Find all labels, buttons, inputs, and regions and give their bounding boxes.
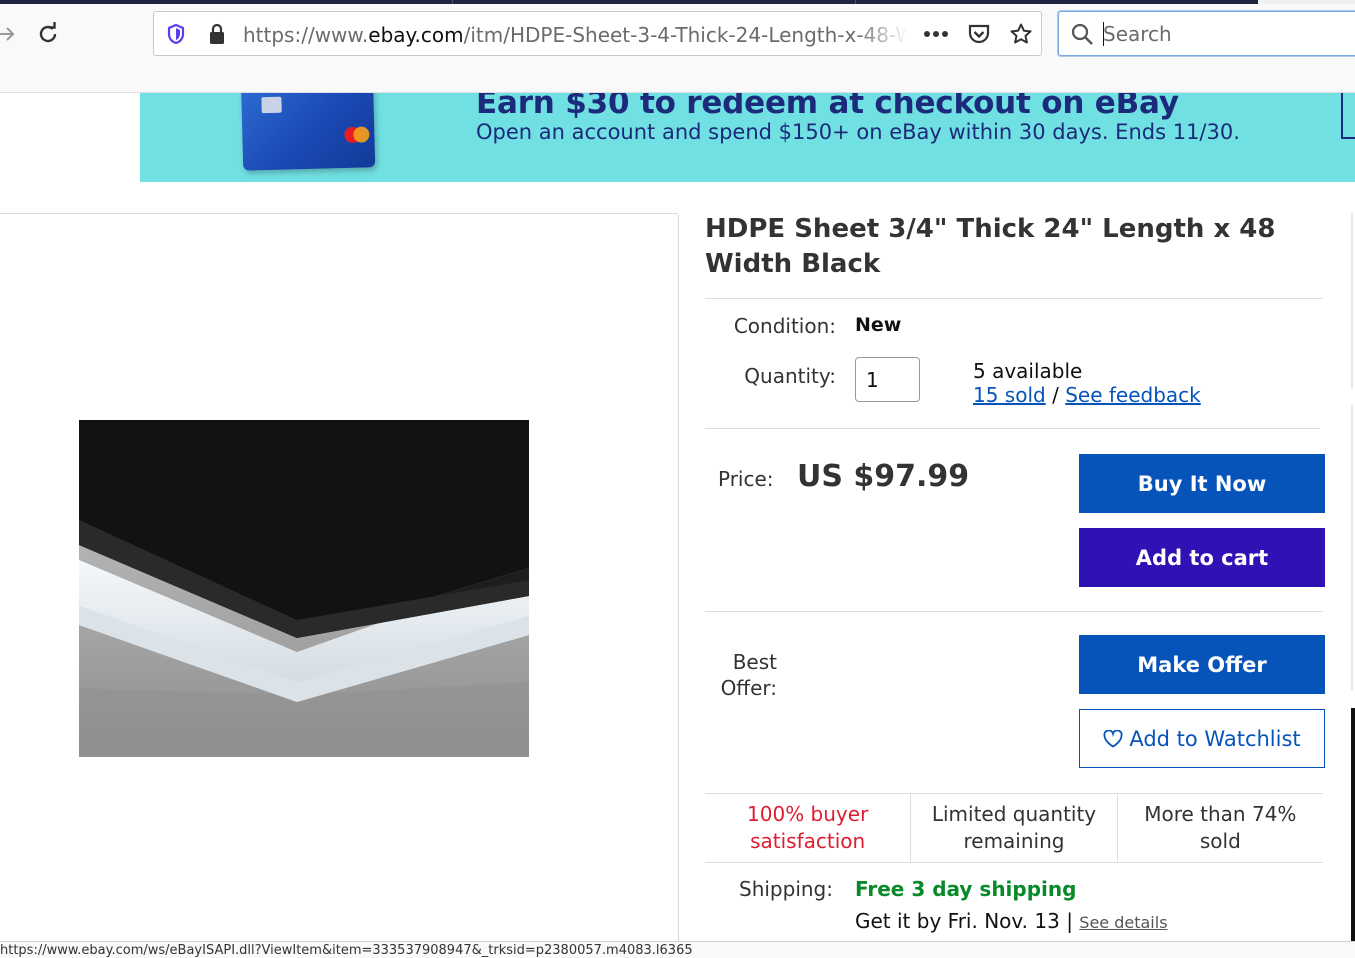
heart-icon xyxy=(1103,729,1123,748)
divider xyxy=(705,298,1323,299)
tab-divider xyxy=(452,0,453,4)
text-caret xyxy=(1103,22,1104,46)
delivery-estimate: Get it by Fri. Nov. 13 | See details xyxy=(855,909,1168,933)
add-to-watchlist-button[interactable]: Add to Watchlist xyxy=(1079,709,1325,768)
adjacent-panel-edge xyxy=(1351,708,1355,948)
price-label: Price: xyxy=(718,467,774,491)
product-image[interactable] xyxy=(79,420,529,757)
bookmark-star-icon[interactable] xyxy=(1008,21,1034,47)
card-chip xyxy=(261,96,282,114)
search-bar[interactable] xyxy=(1058,11,1355,56)
search-icon xyxy=(1069,21,1095,47)
divider xyxy=(705,611,1323,612)
forward-arrow-icon xyxy=(0,27,15,41)
pocket-icon[interactable] xyxy=(966,21,992,47)
quantity-label: Quantity: xyxy=(744,364,836,388)
status-bar-url: https://www.ebay.com/ws/eBayISAPI.dll?Vi… xyxy=(0,941,1355,958)
forward-button[interactable] xyxy=(0,18,22,50)
browser-toolbar: https://www.ebay.com/itm/HDPE-Sheet-3-4-… xyxy=(0,0,1355,93)
make-offer-button[interactable]: Make Offer xyxy=(1079,635,1325,694)
free-shipping-text: Free 3 day shipping xyxy=(855,877,1077,901)
signal-satisfaction: 100% buyer satisfaction xyxy=(747,802,869,853)
item-title: HDPE Sheet 3/4" Thick 24" Length x 48 Wi… xyxy=(705,214,1276,279)
banner-cta-edge[interactable] xyxy=(1341,93,1355,139)
promo-banner[interactable]: Earn $30 to redeem at checkout on eBay O… xyxy=(140,93,1355,182)
url-bar[interactable]: https://www.ebay.com/itm/HDPE-Sheet-3-4-… xyxy=(153,11,1042,56)
add-to-cart-button[interactable]: Add to cart xyxy=(1079,528,1325,587)
search-input[interactable] xyxy=(1103,20,1353,48)
sold-link[interactable]: 15 sold xyxy=(973,383,1046,407)
tab-strip-empty xyxy=(1258,0,1355,4)
price-value: US $97.99 xyxy=(797,459,970,494)
hdpe-sheet-photo xyxy=(79,420,529,757)
buyer-signals: 100% buyer satisfaction Limited quantity r… xyxy=(705,793,1323,863)
divider xyxy=(705,428,1320,429)
tab-strip xyxy=(0,0,1258,4)
shipping-label: Shipping: xyxy=(739,877,833,901)
sold-separator: / xyxy=(1052,383,1059,407)
tracking-shield-icon[interactable] xyxy=(163,21,189,47)
sold-feedback-row: 15 sold / See feedback xyxy=(973,383,1201,407)
watchlist-label: Add to Watchlist xyxy=(1129,726,1301,751)
reload-icon xyxy=(39,22,57,43)
available-count: 5 available xyxy=(973,359,1083,383)
page-actions-icon[interactable] xyxy=(923,21,949,47)
condition-value: New xyxy=(855,314,902,336)
adjacent-panel-edge xyxy=(1351,405,1353,690)
adjacent-panel-edge xyxy=(1351,213,1353,388)
lock-icon[interactable] xyxy=(204,21,230,47)
mastercard-logo xyxy=(353,126,370,143)
signal-limited-quantity: Limited quantity remaining xyxy=(910,794,1116,862)
credit-card-image xyxy=(240,93,376,171)
best-offer-label-1: Best xyxy=(732,650,777,674)
reload-button[interactable] xyxy=(32,18,64,50)
banner-headline: Earn $30 to redeem at checkout on eBay xyxy=(476,93,1179,121)
quantity-input[interactable] xyxy=(855,357,920,402)
banner-subline: Open an account and spend $150+ on eBay … xyxy=(476,120,1240,144)
best-offer-label-2: Offer: xyxy=(720,676,777,700)
url-text[interactable]: https://www.ebay.com/itm/HDPE-Sheet-3-4-… xyxy=(243,23,908,47)
signal-percent-sold: More than 74% sold xyxy=(1116,794,1323,862)
see-feedback-link[interactable]: See feedback xyxy=(1065,383,1201,407)
buy-it-now-button[interactable]: Buy It Now xyxy=(1079,454,1325,513)
tab-divider xyxy=(855,0,856,4)
condition-label: Condition: xyxy=(733,314,836,338)
see-details-link[interactable]: See details xyxy=(1079,913,1167,932)
